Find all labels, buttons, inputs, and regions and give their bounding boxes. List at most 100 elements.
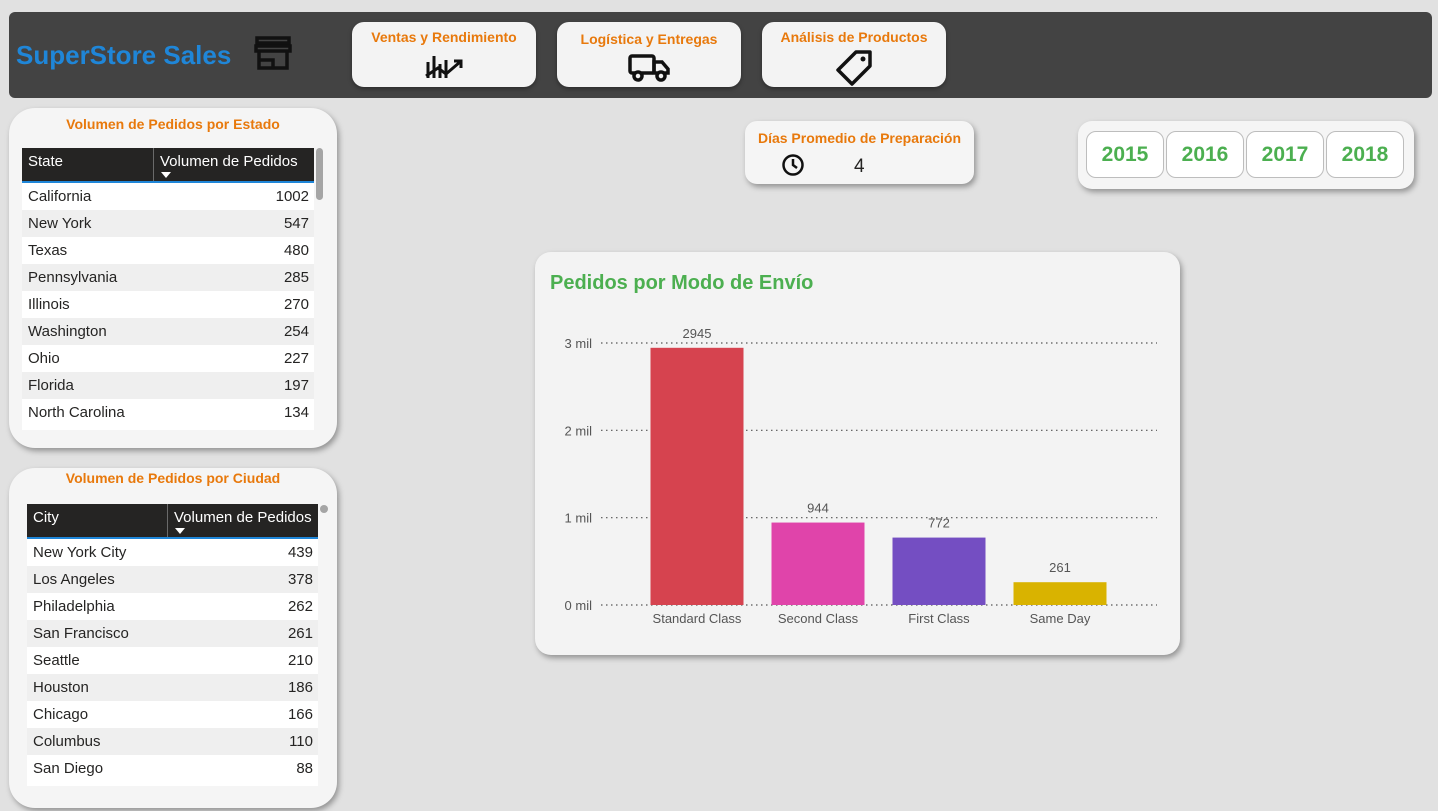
state-name-cell: Pennsylvania bbox=[28, 269, 118, 286]
y-tick-label: 3 mil bbox=[565, 336, 593, 351]
x-tick-label: Same Day bbox=[1030, 611, 1091, 626]
state-table-title: Volumen de Pedidos por Estado bbox=[66, 116, 280, 132]
city-table-row[interactable]: Chicago 166 bbox=[27, 701, 318, 728]
state-table-card: Volumen de Pedidos por Estado State Volu… bbox=[9, 108, 337, 448]
order-volume-cell: 210 bbox=[287, 652, 313, 669]
city-table-row[interactable]: Los Angeles 378 bbox=[27, 566, 318, 593]
order-volume-cell: 262 bbox=[287, 598, 313, 615]
order-volume-cell: 480 bbox=[283, 242, 309, 259]
year-2018-button[interactable]: 2018 bbox=[1326, 131, 1404, 178]
state-table-row[interactable]: Florida 197 bbox=[22, 372, 314, 399]
year-slicer: 2015 2016 2017 2018 bbox=[1078, 121, 1414, 189]
price-tag-icon bbox=[836, 50, 872, 86]
city-table-row[interactable]: San Francisco 261 bbox=[27, 620, 318, 647]
order-volume-cell: 261 bbox=[287, 625, 313, 642]
top-bar: SuperStore Sales Ventas y Rendimiento Lo… bbox=[9, 12, 1432, 98]
city-name-cell: San Francisco bbox=[33, 625, 129, 642]
truck-icon bbox=[628, 54, 670, 82]
y-tick-label: 0 mil bbox=[565, 598, 593, 613]
kpi-title: Días Promedio de Preparación bbox=[757, 130, 962, 146]
bar-second-class[interactable] bbox=[771, 522, 865, 605]
state-table-body: California 1002 New York 547 Texas 480 Pennsyl… bbox=[22, 183, 314, 426]
store-icon bbox=[254, 36, 292, 70]
order-volume-cell: 254 bbox=[283, 323, 309, 340]
city-table-row[interactable]: Seattle 210 bbox=[27, 647, 318, 674]
state-table-header: State Volumen de Pedidos bbox=[22, 148, 314, 183]
city-name-cell: San Diego bbox=[33, 760, 104, 777]
city-table-title: Volumen de Pedidos por Ciudad bbox=[65, 470, 281, 486]
state-table-scrollbar[interactable] bbox=[316, 148, 323, 200]
city-table-body: New York City 439 Los Angeles 378 Philadelph… bbox=[27, 539, 318, 782]
state-name-cell: Illinois bbox=[28, 296, 70, 313]
year-2017-button[interactable]: 2017 bbox=[1246, 131, 1324, 178]
order-volume-cell: 227 bbox=[283, 350, 309, 367]
order-volume-cell: 186 bbox=[287, 679, 313, 696]
volume-column-header[interactable]: Volumen de Pedidos bbox=[154, 148, 314, 181]
state-table-row[interactable]: North Carolina 134 bbox=[22, 399, 314, 426]
nav-ventas-label: Ventas y Rendimiento bbox=[371, 29, 517, 45]
city-name-cell: New York City bbox=[33, 544, 127, 561]
sort-desc-icon bbox=[175, 528, 185, 534]
data-label: 261 bbox=[1049, 560, 1071, 575]
order-volume-cell: 439 bbox=[287, 544, 313, 561]
nav-ventas-button[interactable]: Ventas y Rendimiento bbox=[352, 22, 536, 87]
city-table-card: Volumen de Pedidos por Ciudad City Volum… bbox=[9, 468, 337, 808]
city-table-row[interactable]: San Diego 88 bbox=[27, 755, 318, 782]
city-name-cell: Philadelphia bbox=[33, 598, 115, 615]
order-volume-cell: 270 bbox=[283, 296, 309, 313]
nav-logistica-label: Logística y Entregas bbox=[580, 31, 718, 47]
state-column-header[interactable]: State bbox=[22, 148, 154, 181]
state-table[interactable]: State Volumen de Pedidos California 1002 N… bbox=[22, 148, 314, 430]
city-volume-column-header[interactable]: Volumen de Pedidos bbox=[168, 504, 318, 537]
year-2016-button[interactable]: 2016 bbox=[1166, 131, 1244, 178]
data-label: 2945 bbox=[683, 326, 712, 341]
city-name-cell: Chicago bbox=[33, 706, 89, 723]
city-table-row[interactable]: New York City 439 bbox=[27, 539, 318, 566]
state-table-row[interactable]: Pennsylvania 285 bbox=[22, 264, 314, 291]
nav-productos-label: Análisis de Productos bbox=[780, 29, 928, 45]
nav-logistica-button[interactable]: Logística y Entregas bbox=[557, 22, 741, 87]
chart-trend-icon bbox=[425, 56, 463, 78]
y-tick-label: 1 mil bbox=[565, 511, 593, 526]
state-table-row[interactable]: Washington 254 bbox=[22, 318, 314, 345]
state-name-cell: Washington bbox=[28, 323, 107, 340]
city-table-scrollbar[interactable] bbox=[320, 505, 328, 513]
data-label: 772 bbox=[928, 516, 950, 531]
state-name-cell: North Carolina bbox=[28, 404, 125, 421]
volume-column-label: Volumen de Pedidos bbox=[160, 153, 298, 170]
year-2015-button[interactable]: 2015 bbox=[1086, 131, 1164, 178]
order-volume-cell: 134 bbox=[283, 404, 309, 421]
city-volume-column-label: Volumen de Pedidos bbox=[174, 509, 312, 526]
bar-standard-class[interactable] bbox=[650, 347, 744, 605]
shipping-mode-chart-card: Pedidos por Modo de Envío 0 mil 1 mil 2 mi… bbox=[535, 252, 1180, 655]
state-table-row[interactable]: New York 547 bbox=[22, 210, 314, 237]
state-table-row[interactable]: Illinois 270 bbox=[22, 291, 314, 318]
order-volume-cell: 1002 bbox=[275, 188, 309, 205]
state-name-cell: Ohio bbox=[28, 350, 60, 367]
order-volume-cell: 166 bbox=[287, 706, 313, 723]
kpi-card: Días Promedio de Preparación 4 bbox=[745, 121, 974, 184]
brand-title: SuperStore Sales bbox=[16, 40, 232, 70]
state-table-row[interactable]: California 1002 bbox=[22, 183, 314, 210]
bar-first-class[interactable] bbox=[892, 537, 986, 605]
city-table-row[interactable]: Columbus 110 bbox=[27, 728, 318, 755]
order-volume-cell: 547 bbox=[283, 215, 309, 232]
city-table-row[interactable]: Houston 186 bbox=[27, 674, 318, 701]
city-table-row[interactable]: Philadelphia 262 bbox=[27, 593, 318, 620]
state-name-cell: Florida bbox=[28, 377, 74, 394]
state-name-cell: Texas bbox=[28, 242, 68, 259]
state-table-row[interactable]: Texas 480 bbox=[22, 237, 314, 264]
city-name-cell: Columbus bbox=[33, 733, 101, 750]
city-column-header[interactable]: City bbox=[27, 504, 168, 537]
state-table-row[interactable]: Ohio 227 bbox=[22, 345, 314, 372]
city-table[interactable]: City Volumen de Pedidos New York City 439… bbox=[27, 504, 318, 786]
order-volume-cell: 378 bbox=[287, 571, 313, 588]
order-volume-cell: 285 bbox=[283, 269, 309, 286]
state-name-cell: California bbox=[28, 188, 92, 205]
x-tick-label: First Class bbox=[908, 611, 970, 626]
city-name-cell: Houston bbox=[33, 679, 89, 696]
bar-same-day[interactable] bbox=[1013, 582, 1107, 605]
sort-desc-icon bbox=[161, 172, 171, 178]
x-tick-label: Second Class bbox=[778, 611, 859, 626]
nav-productos-button[interactable]: Análisis de Productos bbox=[762, 22, 946, 87]
